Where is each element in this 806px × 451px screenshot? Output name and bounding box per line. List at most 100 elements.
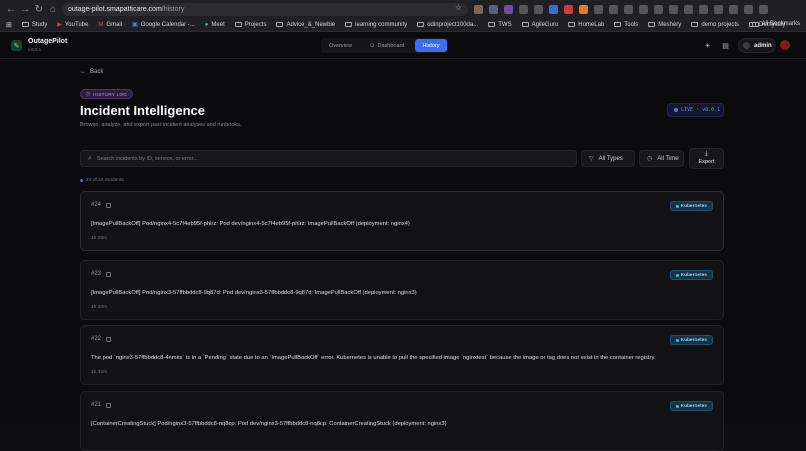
incident-time: 1h 30m [91,305,107,310]
extension-icon[interactable] [549,5,558,14]
url-host: outage-pilot.smapatticare.com [68,6,162,13]
incident-card[interactable]: #22 Kubernetes The pod `nginx3-57ffbbddc… [80,325,724,385]
extension-icon[interactable] [699,5,708,14]
forward-arrow-icon[interactable]: → [18,2,32,16]
tag-dot-icon [675,204,679,208]
folder-icon [614,22,622,27]
copy-icon[interactable] [106,402,112,408]
export-button[interactable]: ⤓ Export [689,148,724,169]
extension-icon[interactable] [609,5,618,14]
nav-tabs: Overview ⊙ Dashboard History [321,38,448,53]
bookmark-item[interactable]: ● Meet [205,22,225,28]
incident-card[interactable]: #21 Kubernetes [ContainerCreatingStuck] … [80,391,724,451]
live-status-badge: LIVE · v8.0.1 [667,103,724,117]
extension-icon[interactable] [624,5,633,14]
youtube-icon: ▶ [57,22,62,28]
meet-icon: ● [204,21,209,28]
history-icon: ◷ [86,91,91,96]
notifications-icon[interactable]: ▤ [719,39,732,52]
copy-icon[interactable] [106,202,112,208]
username: admin [754,42,772,49]
bookmark-item[interactable]: Tools [614,22,638,28]
address-bar[interactable]: outage-pilot.smapatticare.com/history ☆ [62,3,468,16]
brand-version: v.8.0.1 [28,47,42,52]
bookmark-item[interactable]: Study [21,22,47,28]
copy-icon[interactable] [106,336,112,342]
folder-icon [21,22,29,27]
bookmark-item[interactable]: learning community [345,22,407,28]
copy-icon[interactable] [106,271,112,277]
brand-name: OutagePilot [28,38,68,45]
extension-icon[interactable] [564,5,573,14]
extension-icon[interactable] [489,5,498,14]
page-title: Incident Intelligence [80,103,205,118]
bookmark-item[interactable]: ▣ Google Calendar -... [132,21,195,29]
extension-icon[interactable] [759,5,768,14]
time-filter-select[interactable]: ◷ All Time [639,150,684,167]
incident-summary: [ImagePullBackOff] Pod/nginx4-5c7f4eb95f… [91,221,410,227]
incident-card[interactable]: #24 Kubernetes [ImagePullBackOff] Pod/ng… [80,191,724,251]
all-bookmarks[interactable]: All Bookmarks [751,21,800,27]
incident-id: #22 [91,336,112,342]
bookmark-item[interactable]: Projects [234,22,266,28]
home-icon[interactable]: ⌂ [46,2,60,16]
extension-icon[interactable] [579,5,588,14]
arrow-left-icon: ← [80,69,86,75]
incident-id: #21 [91,402,112,408]
reload-icon[interactable]: ↻ [32,2,46,16]
extension-icon[interactable] [504,5,513,14]
incident-id: #23 [91,271,112,277]
extension-icon[interactable] [639,5,648,14]
bookmark-item[interactable]: AgileGuru [521,22,558,28]
extension-icon[interactable] [684,5,693,14]
extension-icon[interactable] [534,5,543,14]
type-filter-select[interactable]: ▽ All Types [581,150,635,167]
theme-toggle-icon[interactable]: ☀ [701,39,714,52]
dashboard-icon: ⊙ [369,42,375,49]
search-icon: ⌕ [88,154,92,162]
bookmark-item[interactable]: HomeLab [568,22,604,28]
extension-icon[interactable] [519,5,528,14]
extension-icon[interactable] [669,5,678,14]
kubernetes-tag: Kubernetes [669,401,713,411]
extension-icon[interactable] [474,5,483,14]
download-icon: ⤓ [705,151,708,158]
back-link[interactable]: ← Back [80,69,103,75]
bookmark-item[interactable]: odinproject100da... [417,22,478,28]
extension-icon[interactable] [744,5,753,14]
url-path: /history [161,6,185,13]
incident-id: #24 [91,202,112,208]
extension-icon[interactable] [594,5,603,14]
folder-icon [417,22,425,27]
logout-icon[interactable] [780,40,790,50]
app-root: ✎ OutagePilot v.8.0.1 Overview ⊙ Dashboar… [0,32,806,451]
logo-icon: ✎ [11,40,22,51]
bookmark-item[interactable]: M Gmail [98,22,122,28]
incident-summary: The pod `nginx3-57ffbbddc8-4nmks` is in … [91,355,656,361]
tab-overview[interactable]: Overview [322,39,359,52]
bookmark-item[interactable]: Meshery [648,22,681,28]
avatar [743,42,750,49]
folder-icon [751,21,759,27]
bookmarks-bar: ⊞ Study ▶ YouTube M Gmail ▣ Google Calendar… [0,18,806,32]
tag-dot-icon [675,338,679,342]
incident-time: 1h 29m [91,236,107,241]
live-dot-icon [674,108,678,112]
extension-icon[interactable] [729,5,738,14]
bookmark-item[interactable]: demo projects [691,22,739,28]
bookmark-item[interactable]: Advice_&_Newbie [276,22,335,28]
bookmark-item[interactable]: ▶ YouTube [57,21,88,29]
apps-grid-icon[interactable]: ⊞ [6,21,12,29]
bookmark-star-icon[interactable]: ☆ [455,3,462,12]
extensions-row [474,3,768,16]
extension-icon[interactable] [714,5,723,14]
bookmark-item[interactable]: TWS [488,22,512,28]
folder-icon [648,22,656,27]
user-menu[interactable]: admin [738,38,776,53]
search-input[interactable]: ⌕ Search incidents by ID, service, or er… [80,150,577,167]
extension-icon[interactable] [654,5,663,14]
incident-card[interactable]: #23 Kubernetes [ImagePullBackOff] Pod/ng… [80,260,724,320]
tab-history[interactable]: History [415,39,447,52]
back-arrow-icon[interactable]: ← [4,2,18,16]
tab-dashboard[interactable]: ⊙ Dashboard [363,39,412,52]
